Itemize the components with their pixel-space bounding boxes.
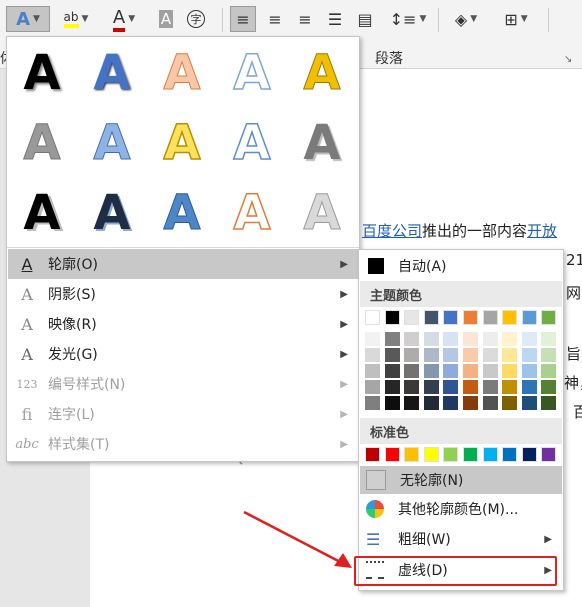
annotation-arrow	[243, 510, 352, 568]
